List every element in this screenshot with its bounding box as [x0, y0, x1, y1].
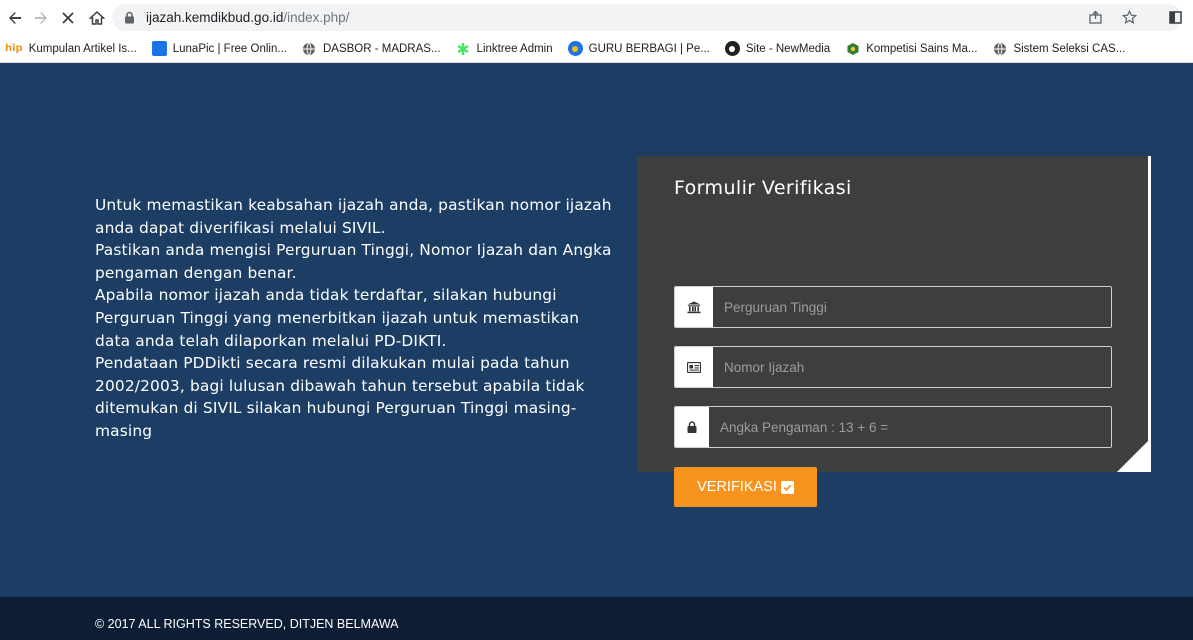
globe-icon: [302, 41, 317, 56]
linktree-icon: [456, 41, 471, 56]
home-icon: [89, 10, 105, 25]
bookmark-item[interactable]: GURU BERBAGI | Pe...: [567, 41, 710, 56]
verification-form: Formulir Verifikasi VERIFIKASI: [637, 156, 1151, 507]
footer: © 2017 ALL RIGHTS RESERVED, DITJEN BELMA…: [0, 597, 1193, 640]
bookmark-label: LunaPic | Free Onlin...: [172, 42, 287, 55]
address-bar[interactable]: ijazah.kemdikbud.go.id/index.php/: [112, 4, 1182, 31]
bookmark-star-icon[interactable]: [1112, 4, 1146, 31]
hip-icon: hip: [5, 43, 23, 54]
card-corner: [1117, 438, 1151, 472]
info-paragraph: Untuk memastikan keabsahan ijazah anda, …: [95, 196, 612, 237]
angka-pengaman-input[interactable]: [709, 407, 1111, 447]
bookmark-item[interactable]: LunaPic | Free Onlin...: [151, 41, 287, 56]
bookmark-item[interactable]: Sistem Seleksi CAS...: [992, 41, 1125, 56]
forward-arrow-icon: [35, 12, 47, 24]
info-paragraph: Apabila nomor ijazah anda tidak terdafta…: [95, 286, 580, 350]
url-domain: ijazah.kemdikbud.go.id: [146, 10, 284, 25]
bookmark-label: Kumpulan Artikel Is...: [28, 42, 137, 55]
omnibox-actions: [1078, 4, 1146, 31]
bookmark-item[interactable]: Kompetisi Sains Ma...: [845, 41, 977, 56]
browser-toolbar: ijazah.kemdikbud.go.id/index.php/: [0, 0, 1193, 35]
check-square-icon: [780, 480, 794, 494]
stop-loading-button[interactable]: [55, 5, 81, 31]
card-edge: [1148, 156, 1151, 472]
newmedia-icon: [724, 41, 740, 56]
url-text[interactable]: ijazah.kemdikbud.go.id/index.php/: [146, 10, 349, 25]
share-icon[interactable]: [1078, 4, 1112, 31]
bookmark-item[interactable]: Site - NewMedia: [724, 41, 831, 56]
perguruan-tinggi-field: [674, 286, 1112, 328]
verifikasi-label: VERIFIKASI: [697, 479, 777, 495]
lock-icon[interactable]: [122, 11, 136, 25]
bookmark-label: Linktree Admin: [476, 42, 553, 55]
bookmark-label: Sistem Seleksi CAS...: [1013, 42, 1126, 55]
info-text: Untuk memastikan keabsahan ijazah anda, …: [95, 194, 615, 443]
form-title: Formulir Verifikasi: [674, 177, 852, 199]
bookmark-label: Site - NewMedia: [745, 42, 831, 55]
side-panel-icon[interactable]: [1161, 4, 1189, 31]
bookmark-item[interactable]: DASBOR - MADRAS...: [302, 41, 441, 56]
kemenag-icon: [845, 41, 860, 56]
back-arrow-icon: [9, 12, 21, 24]
lock-icon: [675, 407, 709, 447]
bookmark-label: Kompetisi Sains Ma...: [866, 42, 978, 55]
id-card-icon: [675, 347, 713, 387]
globe-icon: [992, 41, 1007, 56]
bookmarks-bar: hip Kumpulan Artikel Is... LunaPic | Fre…: [0, 35, 1193, 63]
bookmark-label: GURU BERBAGI | Pe...: [588, 42, 710, 55]
info-paragraph: Pendataan PDDikti secara resmi dilakukan…: [95, 354, 585, 440]
page-main: Untuk memastikan keabsahan ijazah anda, …: [0, 63, 1193, 597]
bookmark-label: DASBOR - MADRAS...: [322, 42, 441, 55]
copyright-text: © 2017 ALL RIGHTS RESERVED, DITJEN BELMA…: [95, 617, 399, 631]
home-button[interactable]: [84, 5, 110, 31]
perguruan-tinggi-input[interactable]: [713, 287, 1111, 327]
verifikasi-button[interactable]: VERIFIKASI: [674, 467, 817, 507]
bookmark-item[interactable]: hip Kumpulan Artikel Is...: [5, 41, 137, 56]
forward-button[interactable]: [28, 5, 54, 31]
nomor-ijazah-input[interactable]: [713, 347, 1111, 387]
lunapic-icon: [151, 41, 167, 56]
back-button[interactable]: [2, 5, 28, 31]
bookmark-item[interactable]: Linktree Admin: [456, 41, 553, 56]
nomor-ijazah-field: [674, 346, 1112, 388]
institution-icon: [675, 287, 713, 327]
angka-pengaman-field: [674, 406, 1112, 448]
close-icon: [62, 12, 74, 24]
info-paragraph: Pastikan anda mengisi Perguruan Tinggi, …: [95, 241, 612, 282]
guru-berbagi-icon: [567, 41, 583, 56]
url-path: /index.php/: [283, 10, 350, 25]
